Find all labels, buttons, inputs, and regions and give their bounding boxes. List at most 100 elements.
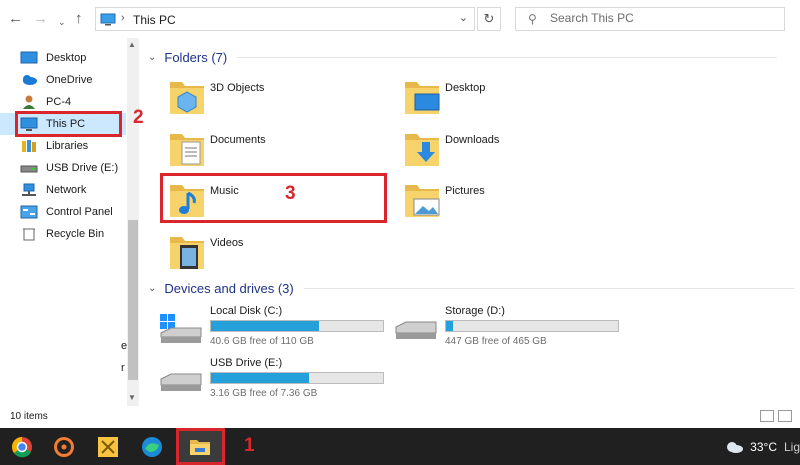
sidebar-item-label: Recycle Bin: [46, 228, 105, 240]
folder-3d-objects-icon: [170, 82, 204, 114]
folder-documents-icon: [170, 134, 204, 166]
content-pane: ⌄ Folders (7) 3D Objects Desktop Documen…: [140, 38, 800, 406]
taskbar-sticky-app[interactable]: [86, 428, 130, 465]
chrome-icon: [11, 436, 32, 457]
address-bar: ← → ⌄ ↑ › This PC ⌄ ↻ ⚲: [0, 0, 800, 38]
sidebar-item-onedrive[interactable]: OneDrive: [0, 69, 126, 91]
item-count: 10 items: [10, 411, 48, 422]
sidebar-item-label: OneDrive: [46, 74, 93, 86]
this-pc-icon: [100, 13, 116, 26]
path-separator-icon: ›: [121, 12, 125, 24]
folders-group-header[interactable]: ⌄ Folders (7): [148, 50, 778, 65]
taskbar-media-player[interactable]: [42, 428, 86, 465]
weather-cloud-icon: [727, 441, 744, 453]
address-field[interactable]: › This PC ⌄: [95, 7, 475, 31]
scroll-up-icon[interactable]: ▲: [128, 40, 136, 49]
folder-desktop-icon: [405, 82, 440, 114]
group-divider: [237, 57, 778, 58]
windows-drive-icon: [160, 314, 202, 343]
folder-downloads-icon: [405, 134, 439, 166]
usb-drive-icon: [20, 165, 38, 173]
taskbar: 1 33°C Lig: [0, 428, 800, 465]
group-divider: [303, 288, 794, 289]
search-box[interactable]: ⚲: [515, 7, 785, 31]
sidebar-item-usb-drive[interactable]: USB Drive (E:): [0, 157, 126, 179]
folder-documents[interactable]: Documents: [168, 128, 388, 172]
navigation-pane: Desktop OneDrive PC-4 This PC Libraries …: [0, 38, 128, 406]
highlight-box-music: [160, 173, 387, 223]
collapse-chevron-icon[interactable]: ⌄: [148, 52, 156, 63]
up-arrow-icon[interactable]: ↑: [75, 10, 83, 28]
drive-usage-fill: [446, 321, 453, 331]
libraries-icon: [22, 140, 36, 152]
drives-group-header[interactable]: ⌄ Devices and drives (3): [148, 281, 794, 296]
folder-label: Downloads: [445, 134, 500, 146]
drive-name: Storage (D:): [445, 305, 505, 317]
sidebar-item-pc-4[interactable]: PC-4: [0, 91, 126, 113]
recent-locations-chevron-icon[interactable]: ⌄: [58, 13, 66, 31]
drive-usage-bar: [445, 320, 619, 332]
address-location: This PC: [133, 13, 176, 27]
sidebar-item-label: Libraries: [46, 140, 89, 152]
control-panel-icon: [20, 205, 38, 219]
step-marker-2: 2: [133, 107, 144, 128]
address-dropdown-icon[interactable]: ⌄: [459, 11, 468, 24]
desktop-icon: [20, 51, 38, 64]
sidebar-item-label: Desktop: [46, 52, 87, 64]
folder-3d-objects[interactable]: 3D Objects: [168, 76, 388, 120]
step-marker-1: 1: [244, 435, 255, 456]
drive-usage-fill: [211, 321, 320, 331]
folder-label: 3D Objects: [210, 82, 265, 94]
refresh-button[interactable]: ↻: [477, 7, 501, 31]
search-icon: ⚲: [528, 12, 537, 26]
details-view-icon[interactable]: [760, 410, 774, 422]
sidebar-item-control-panel[interactable]: Control Panel: [0, 201, 126, 223]
folder-videos[interactable]: Videos: [168, 231, 388, 275]
folder-desktop[interactable]: Desktop: [403, 76, 623, 120]
weather-temperature: 33°C: [750, 439, 777, 454]
forward-arrow-icon[interactable]: →: [33, 10, 48, 28]
network-icon: [22, 183, 36, 196]
sidebar-item-label: Network: [46, 184, 87, 196]
sidebar-item-recycle-bin[interactable]: Recycle Bin: [0, 223, 126, 245]
drive-local-disk-c[interactable]: Local Disk (C:) 40.6 GB free of 110 GB: [158, 305, 388, 355]
highlight-box-file-explorer: [176, 428, 225, 465]
folder-pictures[interactable]: Pictures: [403, 179, 623, 223]
status-bar: 10 items: [0, 406, 800, 428]
yellow-app-icon: [98, 436, 118, 457]
collapse-chevron-icon[interactable]: ⌄: [148, 283, 156, 294]
onedrive-icon: [23, 75, 37, 85]
folder-label: Videos: [210, 237, 244, 249]
view-switcher: [760, 410, 792, 422]
drive-free-space: 447 GB free of 465 GB: [445, 336, 547, 347]
sidebar-item-libraries[interactable]: Libraries: [0, 135, 126, 157]
drive-name: Local Disk (C:): [210, 305, 283, 317]
highlight-box-this-pc: [15, 111, 122, 137]
drive-name: USB Drive (E:): [210, 357, 283, 369]
hard-drive-icon: [395, 321, 437, 339]
search-input[interactable]: [550, 11, 770, 25]
step-marker-3: 3: [285, 183, 296, 204]
drive-usb-e[interactable]: USB Drive (E:) 3.16 GB free of 7.36 GB: [158, 357, 388, 407]
drive-usage-bar: [210, 320, 384, 332]
system-tray[interactable]: 33°C Lig: [724, 428, 800, 465]
sidebar-item-label: PC-4: [46, 96, 72, 108]
group-title: Folders (7): [164, 50, 228, 65]
taskbar-edge[interactable]: [130, 428, 174, 465]
sidebar-item-network[interactable]: Network: [0, 179, 126, 201]
large-icons-view-icon[interactable]: [778, 410, 792, 422]
scroll-thumb[interactable]: [128, 220, 138, 380]
scroll-down-icon[interactable]: ▼: [128, 393, 136, 402]
folder-label: Desktop: [445, 82, 486, 94]
back-arrow-icon[interactable]: ←: [8, 10, 23, 28]
drive-usage-fill: [211, 373, 310, 383]
partial-text: r: [121, 362, 125, 374]
group-title: Devices and drives (3): [164, 281, 294, 296]
sidebar-scrollbar[interactable]: ▲ ▼: [127, 38, 139, 406]
drive-free-space: 40.6 GB free of 110 GB: [210, 336, 314, 347]
folder-downloads[interactable]: Downloads: [403, 128, 623, 172]
sidebar-item-desktop[interactable]: Desktop: [0, 47, 126, 69]
folder-videos-icon: [170, 237, 204, 269]
drive-storage-d[interactable]: Storage (D:) 447 GB free of 465 GB: [393, 305, 623, 355]
taskbar-chrome[interactable]: [0, 428, 44, 465]
